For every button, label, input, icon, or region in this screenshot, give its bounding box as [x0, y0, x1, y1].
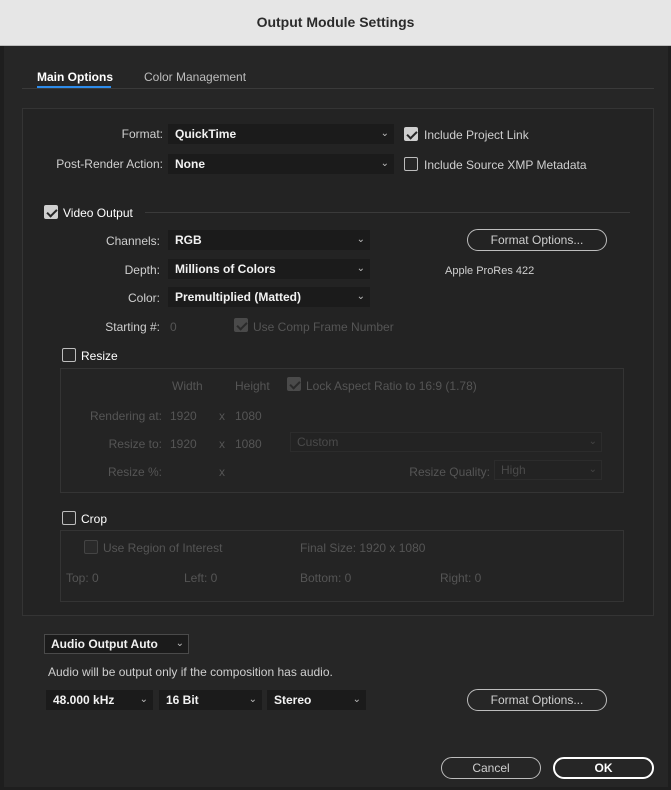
crop-left-field[interactable]: Left: 0	[184, 571, 217, 585]
chevron-down-icon: ⌄	[139, 694, 148, 705]
video-format-options-button[interactable]: Format Options...	[467, 229, 607, 251]
crop-bottom-field[interactable]: Bottom: 0	[300, 571, 351, 585]
post-render-label: Post-Render Action:	[56, 157, 163, 171]
resize-quality-dropdown[interactable]: High ⌄	[494, 460, 602, 480]
audio-channels-value: Stereo	[274, 693, 312, 707]
lock-aspect-checkbox[interactable]	[287, 377, 301, 391]
channels-label: Channels:	[105, 234, 160, 248]
chevron-down-icon: ⌄	[175, 638, 184, 649]
depth-value: Millions of Colors	[175, 262, 276, 276]
resize-to-height: 1080	[235, 437, 262, 451]
resize-to-width: 1920	[170, 437, 197, 451]
audio-output-value: Audio Output Auto	[51, 637, 158, 651]
rendering-at-height: 1080	[235, 409, 262, 423]
video-output-label: Video Output	[63, 206, 133, 220]
audio-bits-value: 16 Bit	[166, 693, 199, 707]
rendering-at-times: x	[219, 409, 225, 423]
resize-checkbox[interactable]	[62, 348, 76, 362]
channels-value: RGB	[175, 233, 202, 247]
chevron-down-icon: ⌄	[588, 436, 597, 447]
codec-label: Apple ProRes 422	[445, 265, 535, 277]
resize-to-label: Resize to:	[108, 437, 162, 451]
include-project-link-checkbox[interactable]	[404, 127, 418, 141]
video-output-checkbox[interactable]	[44, 205, 58, 219]
use-comp-frame-checkbox[interactable]	[234, 318, 248, 332]
include-xmp-label: Include Source XMP Metadata	[424, 158, 587, 172]
resize-pct-label: Resize %:	[107, 465, 162, 479]
audio-channels-dropdown[interactable]: Stereo ⌄	[267, 690, 366, 710]
title-bar: Output Module Settings	[0, 0, 671, 46]
depth-label: Depth:	[124, 263, 160, 277]
final-size-label: Final Size: 1920 x 1080	[300, 541, 426, 555]
tab-separator	[22, 88, 654, 89]
tab-main-options[interactable]: Main Options	[37, 70, 113, 84]
resize-preset-value: Custom	[297, 435, 339, 449]
resize-width-header: Width	[172, 379, 203, 393]
channels-dropdown[interactable]: RGB ⌄	[168, 230, 370, 250]
color-dropdown[interactable]: Premultiplied (Matted) ⌄	[168, 287, 370, 307]
chevron-down-icon: ⌄	[380, 158, 389, 169]
starting-label: Starting #:	[105, 320, 160, 334]
crop-checkbox[interactable]	[62, 511, 76, 525]
rendering-at-label: Rendering at:	[89, 409, 162, 423]
format-label: Format:	[121, 127, 163, 141]
audio-bits-dropdown[interactable]: 16 Bit ⌄	[159, 690, 262, 710]
chevron-down-icon: ⌄	[380, 128, 389, 139]
resize-preset-dropdown[interactable]: Custom ⌄	[290, 432, 602, 452]
resize-height-header: Height	[235, 379, 270, 393]
window-title: Output Module Settings	[256, 14, 415, 30]
video-output-divider	[145, 212, 630, 213]
lock-aspect-label: Lock Aspect Ratio to 16:9 (1.78)	[306, 379, 477, 393]
crop-right-field[interactable]: Right: 0	[440, 571, 481, 585]
post-render-dropdown[interactable]: None ⌄	[168, 154, 394, 174]
crop-top-field[interactable]: Top: 0	[66, 571, 99, 585]
chevron-down-icon: ⌄	[356, 234, 365, 245]
use-comp-frame-label: Use Comp Frame Number	[253, 320, 394, 334]
region-of-interest-checkbox[interactable]	[84, 540, 98, 554]
resize-label: Resize	[81, 349, 118, 363]
chevron-down-icon: ⌄	[356, 263, 365, 274]
resize-pct-times: x	[219, 465, 225, 479]
cancel-button[interactable]: Cancel	[441, 757, 541, 779]
starting-value: 0	[170, 320, 177, 334]
chevron-down-icon: ⌄	[248, 694, 257, 705]
audio-note: Audio will be output only if the composi…	[48, 665, 333, 679]
format-value: QuickTime	[175, 127, 237, 141]
resize-quality-label: Resize Quality:	[409, 465, 490, 479]
tab-color-management[interactable]: Color Management	[144, 70, 246, 84]
resize-quality-value: High	[501, 463, 526, 477]
chevron-down-icon: ⌄	[356, 291, 365, 302]
post-render-value: None	[175, 157, 205, 171]
crop-label: Crop	[81, 512, 108, 526]
rendering-at-width: 1920	[170, 409, 197, 423]
audio-rate-dropdown[interactable]: 48.000 kHz ⌄	[46, 690, 153, 710]
depth-dropdown[interactable]: Millions of Colors ⌄	[168, 259, 370, 279]
audio-output-dropdown[interactable]: Audio Output Auto ⌄	[44, 634, 189, 654]
format-dropdown[interactable]: QuickTime ⌄	[168, 124, 394, 144]
audio-format-options-button[interactable]: Format Options...	[467, 689, 607, 711]
include-project-link-label: Include Project Link	[424, 128, 529, 142]
chevron-down-icon: ⌄	[588, 464, 597, 475]
ok-button[interactable]: OK	[553, 757, 654, 779]
color-label: Color:	[127, 291, 160, 305]
resize-to-times: x	[219, 437, 225, 451]
include-xmp-checkbox[interactable]	[404, 157, 418, 171]
region-of-interest-label: Use Region of Interest	[103, 541, 223, 555]
color-value: Premultiplied (Matted)	[175, 290, 302, 304]
audio-rate-value: 48.000 kHz	[53, 693, 115, 707]
chevron-down-icon: ⌄	[352, 694, 361, 705]
